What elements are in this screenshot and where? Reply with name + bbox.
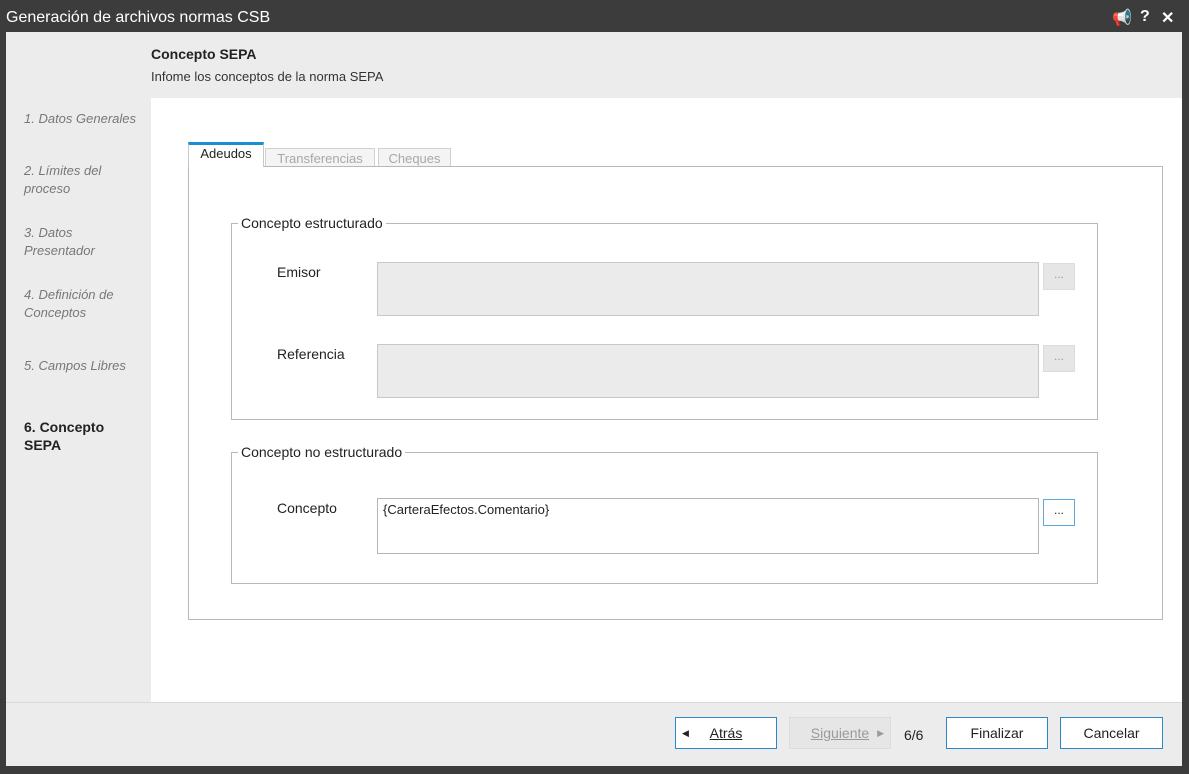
concepto-browse-button[interactable]: ... (1043, 499, 1075, 526)
tab-panel-adeudos: Concepto estructurado Emisor ... Referen… (188, 166, 1163, 620)
next-button[interactable]: Siguiente ▶ (789, 717, 891, 749)
cancel-button[interactable]: Cancelar (1060, 717, 1163, 749)
close-button[interactable]: ✕ (1161, 8, 1174, 28)
page-indicator: 6/6 (904, 727, 924, 743)
window-title: Generación de archivos normas CSB (6, 9, 271, 26)
wizard-footer: ◀ Atrás Siguiente ▶ 6/6 Finalizar Cancel… (6, 702, 1182, 766)
referencia-label: Referencia (277, 346, 345, 362)
next-button-label: Siguiente (810, 725, 870, 741)
help-button[interactable]: ? (1140, 8, 1150, 26)
step-definicion-conceptos[interactable]: 4. Definición de Conceptos (24, 286, 139, 322)
structured-concept-group: Concepto estructurado Emisor ... Referen… (231, 215, 1098, 420)
referencia-browse-button[interactable]: ... (1043, 345, 1075, 372)
step-campos-libres[interactable]: 5. Campos Libres (24, 357, 144, 375)
back-button[interactable]: ◀ Atrás (675, 717, 777, 749)
arrow-left-icon: ◀ (682, 728, 689, 738)
step-datos-presentador[interactable]: 3. Datos Presentador (24, 224, 124, 260)
concepto-field[interactable]: {CarteraEfectos.Comentario} (377, 498, 1039, 554)
page-subtitle: Infome los conceptos de la norma SEPA (151, 69, 384, 84)
concepto-label: Concepto (277, 500, 337, 516)
emisor-label: Emisor (277, 264, 321, 280)
title-bar: Generación de archivos normas CSB 📢 ? ✕ (0, 0, 1189, 36)
step-concepto-sepa[interactable]: 6. Concepto SEPA (24, 418, 144, 454)
referencia-field[interactable] (377, 344, 1039, 398)
arrow-right-icon: ▶ (877, 728, 884, 738)
content-area: Adeudos Transferencias Cheques Concepto … (151, 98, 1182, 702)
finish-button[interactable]: Finalizar (946, 717, 1048, 749)
tab-adeudos[interactable]: Adeudos (188, 142, 264, 167)
emisor-field[interactable] (377, 262, 1039, 316)
wizard-steps: 1. Datos Generales 2. Límites del proces… (6, 98, 151, 702)
back-button-label: Atrás (709, 725, 743, 741)
page-title: Concepto SEPA (151, 46, 257, 62)
wizard-header: Concepto SEPA Infome los conceptos de la… (6, 32, 1182, 98)
wizard-window: Concepto SEPA Infome los conceptos de la… (6, 32, 1182, 766)
step-limites-proceso[interactable]: 2. Límites del proceso (24, 162, 124, 198)
step-datos-generales[interactable]: 1. Datos Generales (24, 110, 144, 128)
unstructured-concept-legend: Concepto no estructurado (238, 444, 406, 460)
unstructured-concept-group: Concepto no estructurado Concepto {Carte… (231, 444, 1098, 584)
megaphone-icon[interactable]: 📢 (1112, 8, 1132, 28)
structured-concept-legend: Concepto estructurado (238, 215, 386, 231)
emisor-browse-button[interactable]: ... (1043, 263, 1075, 290)
